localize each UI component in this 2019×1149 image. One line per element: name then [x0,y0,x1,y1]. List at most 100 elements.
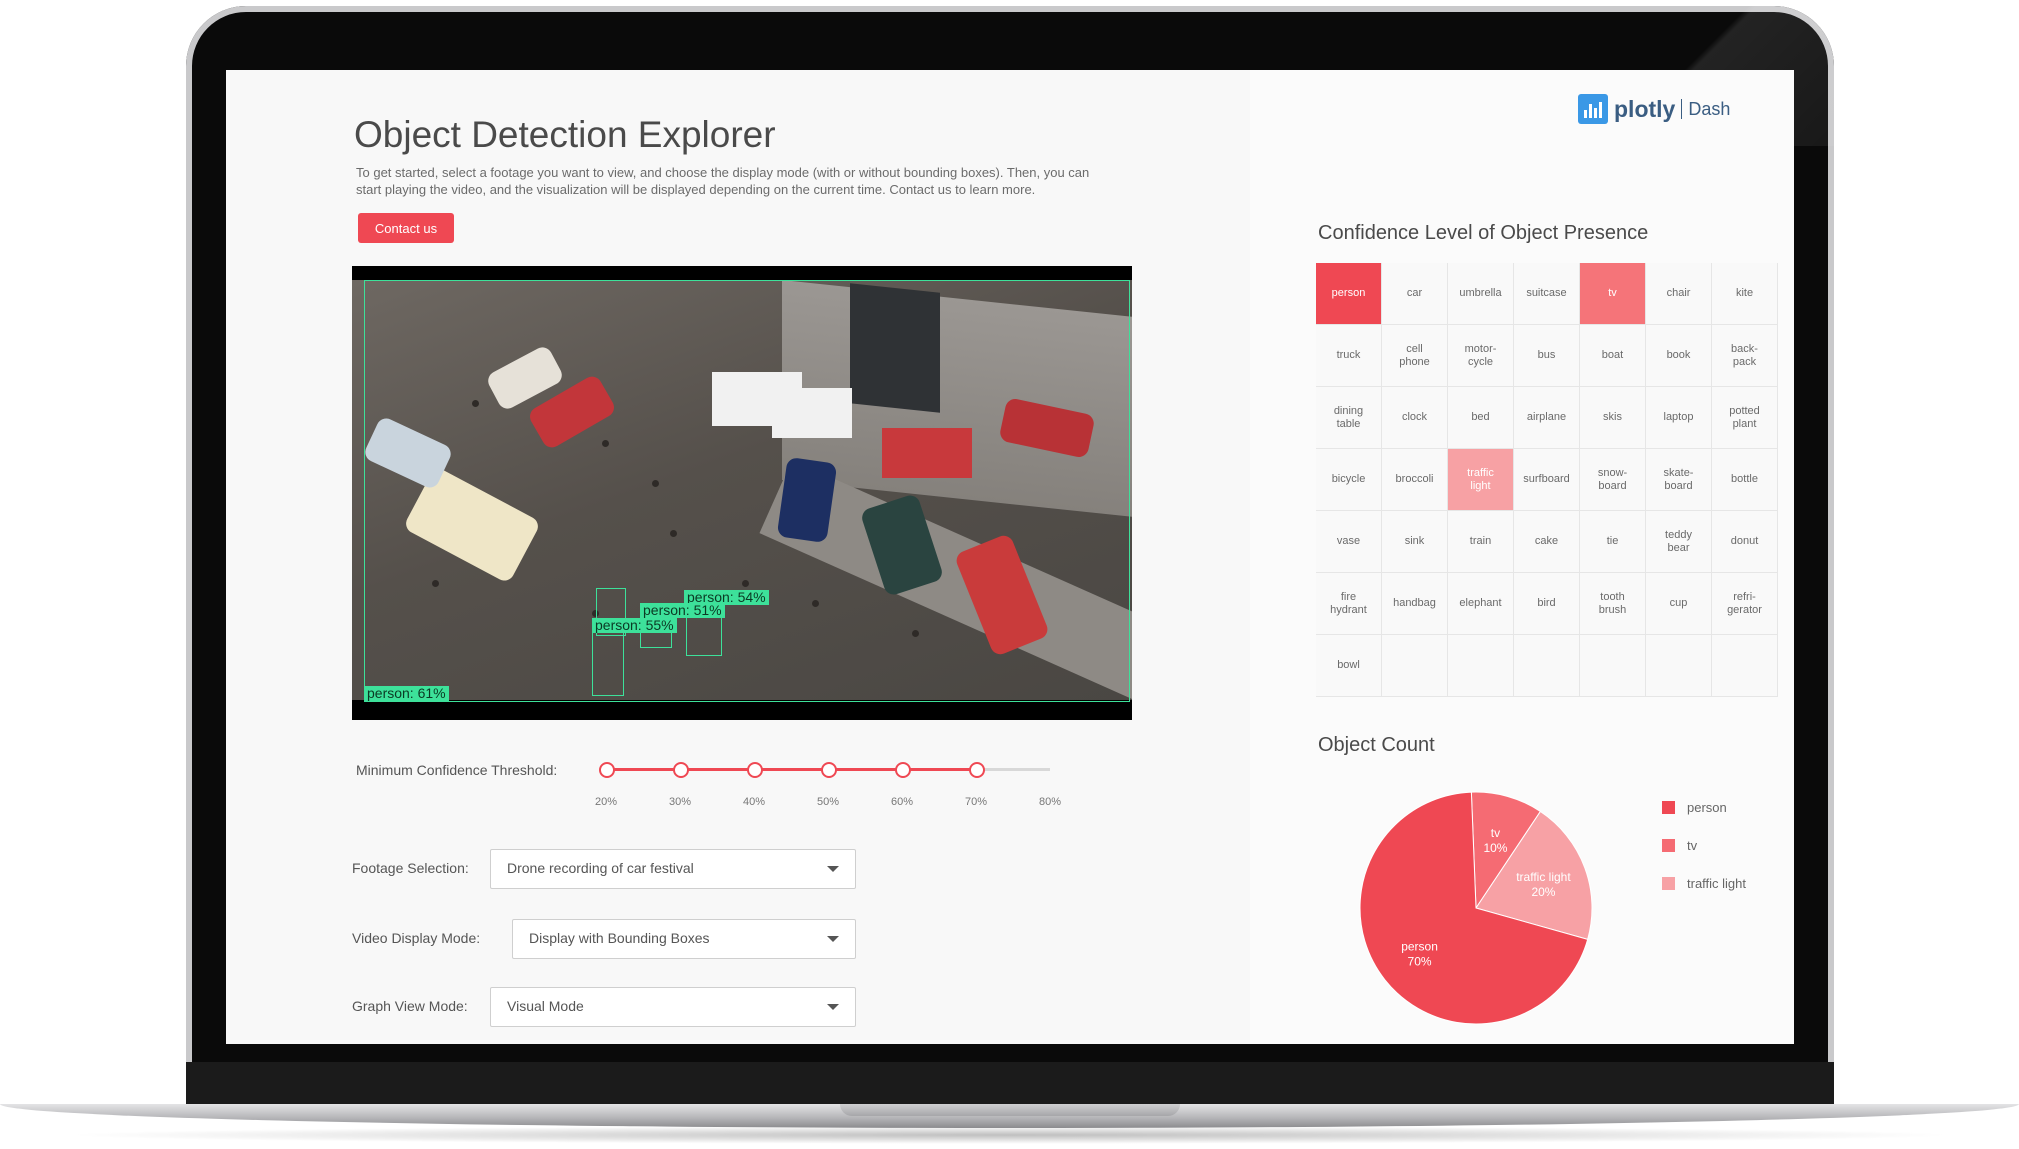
slider-tick-label: 40% [742,796,766,808]
heatmap-cell[interactable] [1580,635,1646,697]
heatmap-cell[interactable]: fire hydrant [1316,573,1382,635]
app-screen: Object Detection Explorer To get started… [226,70,1794,1044]
heatmap-cell-label: book [1666,349,1691,361]
bounding-box [364,280,1130,702]
video-player[interactable]: person: 61% person: 54% person: 51% pers… [352,266,1132,720]
heatmap-cell[interactable]: chair [1646,263,1712,325]
heatmap-cell[interactable]: handbag [1382,573,1448,635]
heatmap-cell[interactable]: bowl [1316,635,1382,697]
display-mode-dropdown[interactable]: Display with Bounding Boxes [512,919,856,959]
heatmap-cell-label: broccoli [1395,473,1434,485]
slider-step-marker [673,762,689,778]
display-mode-label: Video Display Mode: [352,930,481,946]
pie-slice-label: person [1401,940,1438,954]
heatmap-cell[interactable]: bed [1448,387,1514,449]
heatmap-cell[interactable]: car [1382,263,1448,325]
heatmap-cell-label: cup [1669,597,1688,609]
heatmap-cell-label: elephant [1459,597,1502,609]
graph-mode-label: Graph View Mode: [352,998,468,1014]
object-count-pie[interactable]: tv10% traffic light20% person70% [1346,778,1606,1038]
heatmap-cell[interactable] [1448,635,1514,697]
heatmap-cell[interactable]: suitcase [1514,263,1580,325]
pie-slice-percent: 70% [1408,955,1432,969]
heatmap-cell[interactable]: motor- cycle [1448,325,1514,387]
heatmap-cell[interactable]: skis [1580,387,1646,449]
legend-item[interactable]: tv [1662,838,1697,853]
heatmap-cell[interactable]: snow- board [1580,449,1646,511]
heatmap-cell[interactable]: bird [1514,573,1580,635]
chevron-down-icon [827,936,839,942]
heatmap-cell[interactable]: person [1316,263,1382,325]
contact-button[interactable]: Contact us [358,213,454,243]
brand-divider [1681,99,1683,119]
detection-label: person: 55% [592,618,677,633]
heatmap-cell[interactable]: kite [1712,263,1778,325]
legend-label: person [1687,800,1727,815]
heatmap-cell[interactable]: train [1448,511,1514,573]
heatmap-cell[interactable]: airplane [1514,387,1580,449]
slider-step-marker [895,762,911,778]
heatmap-cell[interactable]: tie [1580,511,1646,573]
heatmap-cell[interactable]: clock [1382,387,1448,449]
heatmap-cell[interactable]: skate- board [1646,449,1712,511]
heatmap-cell-label: skate- board [1663,466,1694,492]
heatmap-cell[interactable]: surfboard [1514,449,1580,511]
legend-item[interactable]: traffic light [1662,876,1746,891]
heatmap-cell[interactable]: bottle [1712,449,1778,511]
brand-name: plotly [1614,95,1676,122]
heatmap-cell[interactable]: cake [1514,511,1580,573]
heatmap-cell[interactable]: book [1646,325,1712,387]
heatmap-cell-label: tooth brush [1598,590,1627,616]
heatmap-cell[interactable]: boat [1580,325,1646,387]
laptop-notch [840,1104,1180,1116]
heatmap-cell[interactable]: teddy bear [1646,511,1712,573]
heatmap-cell[interactable]: donut [1712,511,1778,573]
heatmap-cell-label: teddy bear [1665,528,1692,554]
bounding-box [592,632,624,696]
heatmap-cell-label: traffic light [1467,466,1494,492]
heatmap-cell[interactable] [1382,635,1448,697]
heatmap-cell[interactable] [1514,635,1580,697]
heatmap-cell[interactable]: tv [1580,263,1646,325]
object-count-title: Object Count [1318,734,1435,756]
confidence-slider-label: Minimum Confidence Threshold: [356,762,558,778]
heatmap-cell-label: skis [1603,411,1622,423]
brand-product: Dash [1688,98,1731,119]
heatmap-cell[interactable] [1646,635,1712,697]
heatmap-cell[interactable]: dining table [1316,387,1382,449]
heatmap-cell[interactable]: traffic light [1448,449,1514,511]
heatmap-cell-label: vase [1336,535,1361,547]
heatmap-cell-label: bicycle [1331,473,1366,485]
heatmap-cell[interactable]: bus [1514,325,1580,387]
footage-dropdown[interactable]: Drone recording of car festival [490,849,856,889]
heatmap-cell[interactable]: back- pack [1712,325,1778,387]
heatmap-cell[interactable]: laptop [1646,387,1712,449]
footage-value: Drone recording of car festival [507,860,694,876]
heatmap-cell-label: back- pack [1731,342,1758,368]
slider-step-marker [969,762,985,778]
heatmap-cell-label: snow- board [1597,466,1628,492]
heatmap-cell[interactable]: potted plant [1712,387,1778,449]
heatmap-cell[interactable]: cell phone [1382,325,1448,387]
heatmap-cell[interactable]: vase [1316,511,1382,573]
heatmap-cell[interactable]: bicycle [1316,449,1382,511]
slider-tick-label: 60% [890,796,914,808]
heatmap-cell[interactable]: cup [1646,573,1712,635]
heatmap-cell-label: boat [1601,349,1624,361]
heatmap-cell[interactable]: tooth brush [1580,573,1646,635]
heatmap-cell[interactable]: umbrella [1448,263,1514,325]
heatmap-cell[interactable]: sink [1382,511,1448,573]
graph-mode-dropdown[interactable]: Visual Mode [490,987,856,1027]
plotly-dash-logo[interactable]: plotly Dash [1578,94,1730,124]
heatmap-cell[interactable]: refri- gerator [1712,573,1778,635]
pie-slice-percent: 10% [1483,841,1507,855]
heatmap-cell[interactable] [1712,635,1778,697]
legend-item[interactable]: person [1662,800,1727,815]
heatmap-cell-label: bus [1537,349,1556,361]
heatmap-cell[interactable]: truck [1316,325,1382,387]
heatmap-cell[interactable]: broccoli [1382,449,1448,511]
heatmap-cell-label: surfboard [1523,473,1570,485]
legend-swatch [1662,801,1675,814]
heatmap-cell[interactable]: elephant [1448,573,1514,635]
heatmap-cell-label: clock [1401,411,1428,423]
